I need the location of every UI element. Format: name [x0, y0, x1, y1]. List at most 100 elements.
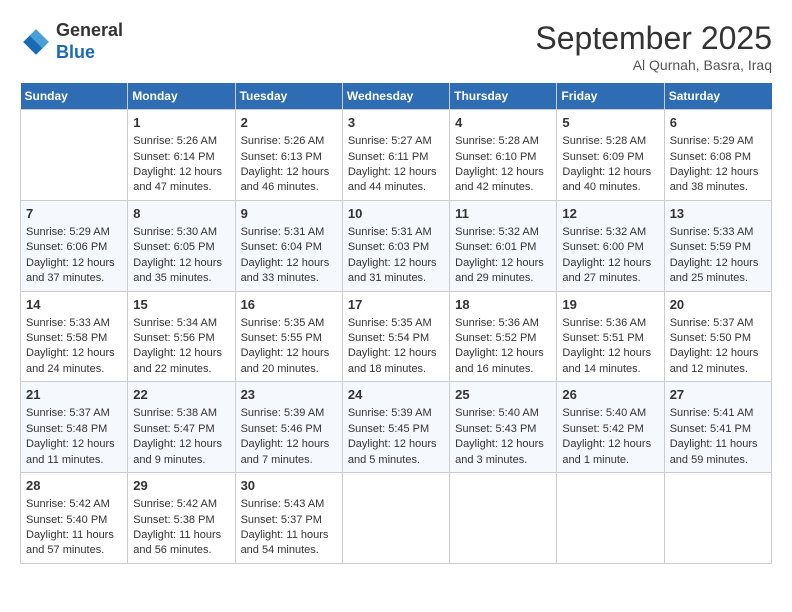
- calendar-cell: 3 Sunrise: 5:27 AMSunset: 6:11 PMDaylight…: [342, 110, 449, 201]
- day-number: 5: [562, 114, 658, 132]
- day-number: 8: [133, 205, 229, 223]
- day-number: 9: [241, 205, 337, 223]
- calendar-cell: 9 Sunrise: 5:31 AMSunset: 6:04 PMDaylight…: [235, 200, 342, 291]
- day-info: Sunrise: 5:39 AMSunset: 5:46 PMDaylight:…: [241, 407, 330, 465]
- calendar-cell: 29 Sunrise: 5:42 AMSunset: 5:38 PMDayligh…: [128, 473, 235, 564]
- calendar-cell: 6Sunrise: 5:29 AMSunset: 6:08 PMDaylight…: [664, 110, 771, 201]
- day-header-thursday: Thursday: [450, 83, 557, 110]
- calendar-week-row: 21 Sunrise: 5:37 AMSunset: 5:48 PMDayligh…: [21, 382, 772, 473]
- day-info: Sunrise: 5:39 AMSunset: 5:45 PMDaylight:…: [348, 407, 437, 465]
- day-number: 11: [455, 205, 551, 223]
- day-info: Sunrise: 5:36 AMSunset: 5:52 PMDaylight:…: [455, 317, 544, 375]
- day-number: 21: [26, 386, 122, 404]
- day-number: 1: [133, 114, 229, 132]
- day-info: Sunrise: 5:26 AMSunset: 6:14 PMDaylight:…: [133, 135, 222, 193]
- day-info: Sunrise: 5:40 AMSunset: 5:43 PMDaylight:…: [455, 407, 544, 465]
- day-header-sunday: Sunday: [21, 83, 128, 110]
- day-number: 28: [26, 477, 122, 495]
- calendar-cell: 5 Sunrise: 5:28 AMSunset: 6:09 PMDaylight…: [557, 110, 664, 201]
- day-info: Sunrise: 5:28 AMSunset: 6:10 PMDaylight:…: [455, 135, 544, 193]
- day-number: 20: [670, 296, 766, 314]
- day-number: 6: [670, 114, 766, 132]
- logo-icon: [20, 26, 52, 58]
- logo: General Blue: [20, 20, 123, 63]
- day-number: 2: [241, 114, 337, 132]
- day-info: Sunrise: 5:32 AMSunset: 6:00 PMDaylight:…: [562, 226, 651, 284]
- day-info: Sunrise: 5:37 AMSunset: 5:50 PMDaylight:…: [670, 317, 759, 375]
- calendar-cell: 10Sunrise: 5:31 AMSunset: 6:03 PMDayligh…: [342, 200, 449, 291]
- calendar-cell: 16Sunrise: 5:35 AMSunset: 5:55 PMDayligh…: [235, 291, 342, 382]
- calendar-cell: [450, 473, 557, 564]
- day-info: Sunrise: 5:42 AMSunset: 5:38 PMDaylight:…: [133, 498, 221, 556]
- day-header-monday: Monday: [128, 83, 235, 110]
- calendar-cell: 4Sunrise: 5:28 AMSunset: 6:10 PMDaylight…: [450, 110, 557, 201]
- calendar-week-row: 28Sunrise: 5:42 AMSunset: 5:40 PMDayligh…: [21, 473, 772, 564]
- day-number: 24: [348, 386, 444, 404]
- day-info: Sunrise: 5:37 AMSunset: 5:48 PMDaylight:…: [26, 407, 115, 465]
- day-info: Sunrise: 5:34 AMSunset: 5:56 PMDaylight:…: [133, 317, 222, 375]
- day-number: 16: [241, 296, 337, 314]
- day-info: Sunrise: 5:41 AMSunset: 5:41 PMDaylight:…: [670, 407, 758, 465]
- calendar-cell: 17 Sunrise: 5:35 AMSunset: 5:54 PMDayligh…: [342, 291, 449, 382]
- calendar-cell: 28Sunrise: 5:42 AMSunset: 5:40 PMDayligh…: [21, 473, 128, 564]
- day-number: 25: [455, 386, 551, 404]
- calendar-cell: 19Sunrise: 5:36 AMSunset: 5:51 PMDayligh…: [557, 291, 664, 382]
- day-number: 29: [133, 477, 229, 495]
- calendar-cell: [342, 473, 449, 564]
- calendar-cell: 15Sunrise: 5:34 AMSunset: 5:56 PMDayligh…: [128, 291, 235, 382]
- logo-text: General Blue: [56, 20, 123, 63]
- calendar-cell: 21 Sunrise: 5:37 AMSunset: 5:48 PMDayligh…: [21, 382, 128, 473]
- calendar-cell: 8 Sunrise: 5:30 AMSunset: 6:05 PMDaylight…: [128, 200, 235, 291]
- calendar-cell: 26 Sunrise: 5:40 AMSunset: 5:42 PMDayligh…: [557, 382, 664, 473]
- day-header-tuesday: Tuesday: [235, 83, 342, 110]
- calendar-cell: 22 Sunrise: 5:38 AMSunset: 5:47 PMDayligh…: [128, 382, 235, 473]
- day-info: Sunrise: 5:31 AMSunset: 6:04 PMDaylight:…: [241, 226, 330, 284]
- location: Al Qurnah, Basra, Iraq: [535, 57, 772, 73]
- day-number: 22: [133, 386, 229, 404]
- day-info: Sunrise: 5:43 AMSunset: 5:37 PMDaylight:…: [241, 498, 329, 556]
- calendar-cell: 24 Sunrise: 5:39 AMSunset: 5:45 PMDayligh…: [342, 382, 449, 473]
- calendar-cell: 1 Sunrise: 5:26 AMSunset: 6:14 PMDaylight…: [128, 110, 235, 201]
- calendar-cell: 20 Sunrise: 5:37 AMSunset: 5:50 PMDayligh…: [664, 291, 771, 382]
- calendar-cell: 11 Sunrise: 5:32 AMSunset: 6:01 PMDayligh…: [450, 200, 557, 291]
- day-number: 7: [26, 205, 122, 223]
- calendar-week-row: 7 Sunrise: 5:29 AMSunset: 6:06 PMDaylight…: [21, 200, 772, 291]
- calendar-cell: [557, 473, 664, 564]
- day-info: Sunrise: 5:26 AMSunset: 6:13 PMDaylight:…: [241, 135, 330, 193]
- day-number: 26: [562, 386, 658, 404]
- day-header-wednesday: Wednesday: [342, 83, 449, 110]
- calendar-week-row: 14 Sunrise: 5:33 AMSunset: 5:58 PMDayligh…: [21, 291, 772, 382]
- day-info: Sunrise: 5:36 AMSunset: 5:51 PMDaylight:…: [562, 317, 651, 375]
- day-number: 13: [670, 205, 766, 223]
- day-number: 18: [455, 296, 551, 314]
- calendar-cell: [21, 110, 128, 201]
- day-info: Sunrise: 5:38 AMSunset: 5:47 PMDaylight:…: [133, 407, 222, 465]
- day-number: 27: [670, 386, 766, 404]
- day-info: Sunrise: 5:32 AMSunset: 6:01 PMDaylight:…: [455, 226, 544, 284]
- calendar-cell: 14 Sunrise: 5:33 AMSunset: 5:58 PMDayligh…: [21, 291, 128, 382]
- calendar-cell: 23 Sunrise: 5:39 AMSunset: 5:46 PMDayligh…: [235, 382, 342, 473]
- page-header: General Blue September 2025 Al Qurnah, B…: [20, 20, 772, 73]
- day-number: 3: [348, 114, 444, 132]
- calendar-cell: 30 Sunrise: 5:43 AMSunset: 5:37 PMDayligh…: [235, 473, 342, 564]
- title-block: September 2025 Al Qurnah, Basra, Iraq: [535, 20, 772, 73]
- calendar-cell: [664, 473, 771, 564]
- day-info: Sunrise: 5:33 AMSunset: 5:58 PMDaylight:…: [26, 317, 115, 375]
- day-number: 14: [26, 296, 122, 314]
- day-info: Sunrise: 5:35 AMSunset: 5:54 PMDaylight:…: [348, 317, 437, 375]
- calendar-cell: 18 Sunrise: 5:36 AMSunset: 5:52 PMDayligh…: [450, 291, 557, 382]
- day-number: 10: [348, 205, 444, 223]
- day-header-saturday: Saturday: [664, 83, 771, 110]
- calendar-cell: 13Sunrise: 5:33 AMSunset: 5:59 PMDayligh…: [664, 200, 771, 291]
- month-title: September 2025: [535, 20, 772, 57]
- day-info: Sunrise: 5:29 AMSunset: 6:06 PMDaylight:…: [26, 226, 115, 284]
- calendar-cell: 2 Sunrise: 5:26 AMSunset: 6:13 PMDaylight…: [235, 110, 342, 201]
- day-info: Sunrise: 5:40 AMSunset: 5:42 PMDaylight:…: [562, 407, 651, 465]
- day-info: Sunrise: 5:28 AMSunset: 6:09 PMDaylight:…: [562, 135, 651, 193]
- day-number: 30: [241, 477, 337, 495]
- day-number: 17: [348, 296, 444, 314]
- day-number: 12: [562, 205, 658, 223]
- day-number: 23: [241, 386, 337, 404]
- day-info: Sunrise: 5:27 AMSunset: 6:11 PMDaylight:…: [348, 135, 437, 193]
- day-info: Sunrise: 5:30 AMSunset: 6:05 PMDaylight:…: [133, 226, 222, 284]
